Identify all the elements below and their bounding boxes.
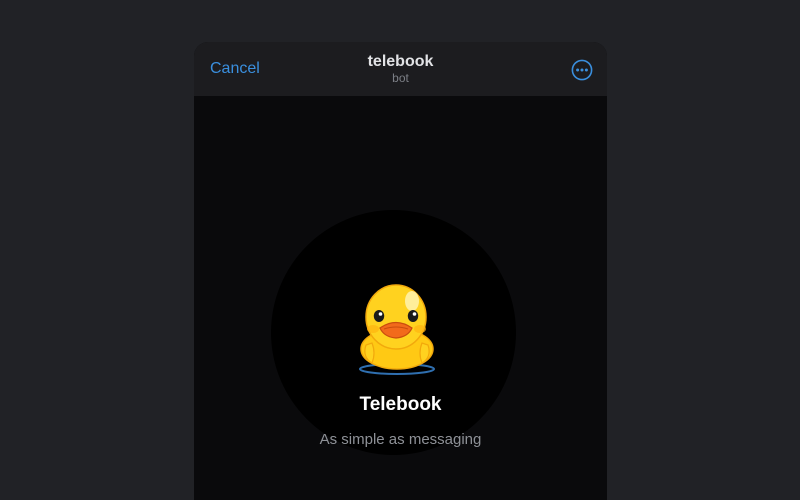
header-title-block: telebook bot <box>194 52 607 85</box>
duck-mascot-icon <box>359 284 435 375</box>
screen: Cancel telebook bot Telebook As simple a… <box>0 0 800 500</box>
bot-subtitle: bot <box>392 71 409 85</box>
splash-screen: Telebook As simple as messaging <box>194 96 607 500</box>
mini-app-header: Cancel telebook bot <box>194 42 607 96</box>
mini-app-window: Cancel telebook bot Telebook As simple a… <box>194 42 607 500</box>
more-options-icon[interactable] <box>571 59 593 81</box>
app-name: Telebook <box>359 394 442 415</box>
bot-title: telebook <box>367 53 434 70</box>
app-tagline: As simple as messaging <box>319 431 482 448</box>
